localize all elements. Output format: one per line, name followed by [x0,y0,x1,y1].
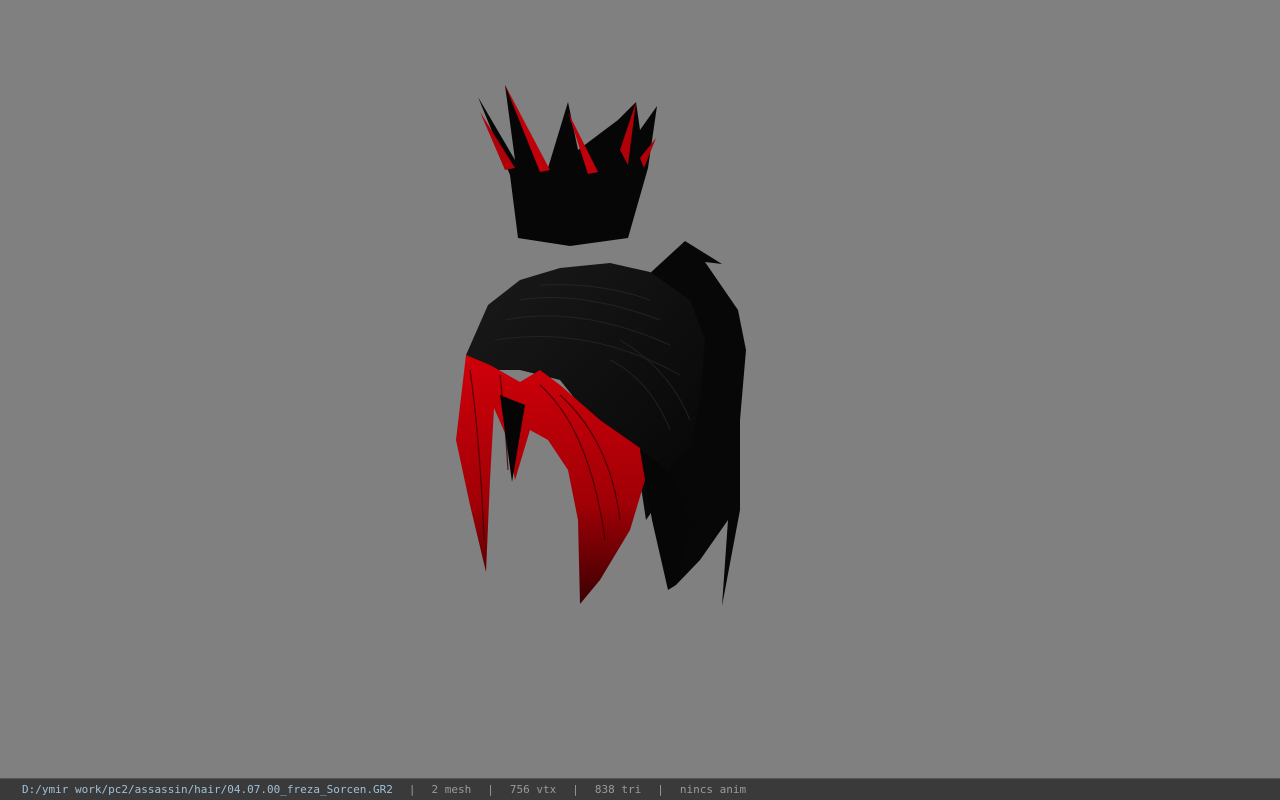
status-bar: D:/ymir work/pc2/assassin/hair/04.07.00_… [0,778,1280,800]
separator: | [408,783,416,796]
3d-viewport[interactable] [0,0,1280,778]
separator: | [657,783,664,796]
separator: | [487,783,494,796]
triangle-count-label: 838 tri [594,783,642,796]
hair-model-render [456,85,746,606]
vertex-count-label: 756 vtx [509,783,557,796]
animation-status-label: nincs anim [679,783,747,796]
separator: | [572,783,579,796]
crown-mesh [478,85,657,246]
hair-mesh [456,241,746,606]
file-path-label: D:/ymir work/pc2/assassin/hair/04.07.00_… [22,783,393,796]
mesh-count-label: 2 mesh [431,783,472,796]
